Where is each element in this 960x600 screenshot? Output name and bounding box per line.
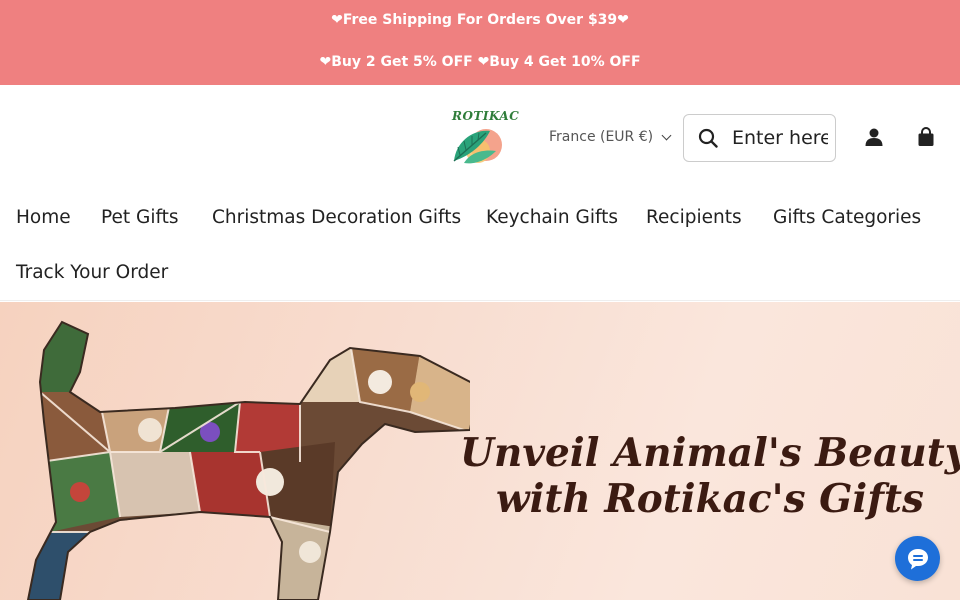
site-header: ROTIKAC France (EUR €) <box>0 85 960 188</box>
chevron-down-icon <box>661 130 672 140</box>
nav-item-keychain-gifts[interactable]: Keychain Gifts <box>486 207 618 228</box>
nav-item-gifts-categories[interactable]: Gifts Categories <box>773 207 921 228</box>
announcement-bar: ❤Free Shipping For Orders Over $39❤ ❤Buy… <box>0 0 960 85</box>
nav-item-recipients[interactable]: Recipients <box>646 207 742 228</box>
hero-headline: Unveil Animal's Beauty with Rotikac's Gi… <box>460 430 960 522</box>
chat-bubble-icon <box>907 548 928 569</box>
user-icon <box>865 128 883 146</box>
search-box[interactable] <box>683 114 836 162</box>
dog-photo-collage-image <box>26 320 470 600</box>
search-input[interactable] <box>732 127 828 149</box>
main-navigation: Home Pet Gifts Christmas Decoration Gift… <box>0 188 960 301</box>
currency-selector[interactable]: France (EUR €) <box>549 129 672 145</box>
shopping-bag-icon <box>918 127 934 146</box>
nav-item-pet-gifts[interactable]: Pet Gifts <box>101 207 179 228</box>
hero-banner[interactable]: Unveil Animal's Beauty with Rotikac's Gi… <box>0 302 960 600</box>
account-button[interactable] <box>862 125 886 149</box>
nav-item-home[interactable]: Home <box>16 207 71 228</box>
nav-item-christmas-decoration-gifts[interactable]: Christmas Decoration Gifts <box>212 207 461 228</box>
cart-button[interactable] <box>914 125 938 149</box>
nav-item-track-your-order[interactable]: Track Your Order <box>16 262 168 283</box>
search-icon[interactable] <box>698 128 718 148</box>
hero-headline-line1: Unveil Animal's Beauty <box>460 430 960 476</box>
leaf-logo-icon <box>453 129 502 164</box>
site-logo[interactable]: ROTIKAC <box>446 107 519 167</box>
hero-headline-line2: with Rotikac's Gifts <box>496 476 924 523</box>
currency-label: France (EUR €) <box>549 129 654 145</box>
announcement-discount: ❤Buy 2 Get 5% OFF ❤Buy 4 Get 10% OFF <box>319 54 641 70</box>
chat-button[interactable] <box>895 536 940 581</box>
announcement-shipping: ❤Free Shipping For Orders Over $39❤ <box>331 12 629 28</box>
